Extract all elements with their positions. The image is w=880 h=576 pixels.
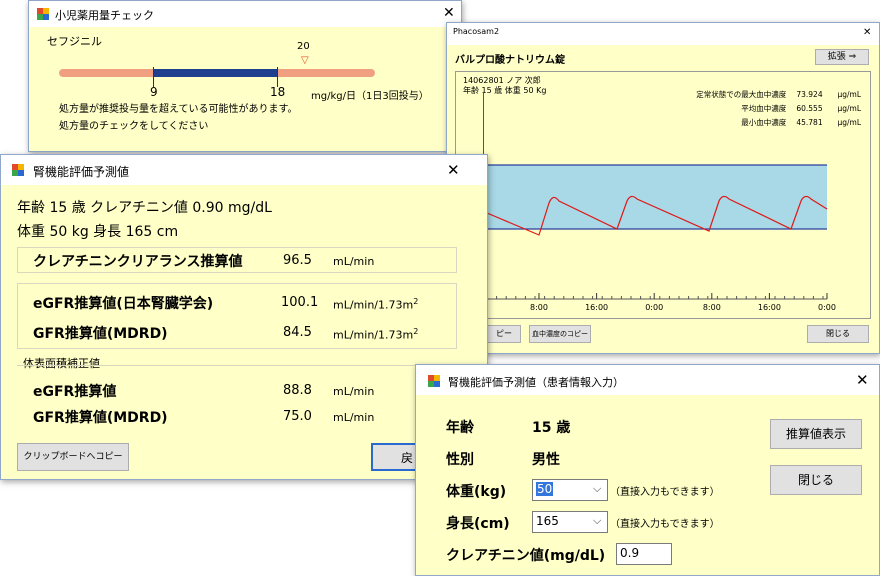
weight-label: 体重(kg) (446, 484, 507, 500)
creatinine-input[interactable]: 0.9 (616, 543, 672, 565)
input-titlebar[interactable]: 腎機能評価予測値（患者情報入力） ✕ (416, 365, 879, 395)
x-tick-label: 16:00 (585, 303, 608, 312)
egfr-unit-text: mL/min/1.73m (333, 298, 414, 312)
sex-value: 男性 (532, 452, 560, 468)
app-icon (428, 375, 440, 387)
bsa-egfr-unit: mL/min (333, 385, 375, 398)
recommended-range (153, 69, 277, 77)
creatinine-value: 0.9 (620, 546, 640, 560)
phacosam-window: Phacosam2 ✕ バルプロ酸ナトリウム錠 拡張 ⇒ 14062801 ノア… (446, 22, 880, 354)
stat-unit: μg/mL (837, 118, 861, 127)
expand-button[interactable]: 拡張 ⇒ (815, 49, 869, 65)
stat-value: 45.781 (796, 118, 823, 127)
height-note: （直接入力もできます） (610, 519, 720, 530)
age-value: 15 歳 (532, 420, 571, 436)
clipboard-copy-button[interactable]: クリップボードへコピー (17, 443, 129, 471)
patient-summary-2: 体重 50 kg 身長 165 cm (17, 224, 179, 240)
stat-value: 73.924 (796, 90, 823, 99)
patient-summary-1: 年齢 15 歳 クレアチニン値 0.90 mg/dL (17, 200, 272, 216)
close-icon[interactable]: ✕ (447, 163, 460, 178)
conc-copy-button[interactable]: 血中濃度のコピー (529, 325, 591, 343)
pediatric-title: 小児薬用量チェック (55, 9, 154, 22)
stat-label: 定常状態での最大血中濃度 (696, 90, 787, 99)
gfr-label: GFR推算値(MDRD) (33, 326, 168, 342)
tick-low-line (153, 67, 154, 87)
input-close-button[interactable]: 閉じる (770, 465, 862, 495)
ccr-value: 96.5 (283, 253, 312, 268)
weight-note: （直接入力もできます） (610, 487, 720, 498)
x-tick-label: 8:00 (703, 303, 721, 312)
estimate-button[interactable]: 推算値表示 (770, 419, 862, 449)
bsa-gfr-unit: mL/min (333, 411, 375, 424)
renal-titlebar[interactable]: 腎機能評価予測値 ✕ (1, 155, 487, 185)
patient-input-window: 腎機能評価予測値（患者情報入力） ✕ 年齢 15 歳 性別 男性 体重(kg) … (415, 364, 880, 576)
stat-label: 最小血中濃度 (741, 118, 787, 127)
ccr-label: クレアチニンクリアランス推算値 (33, 254, 243, 270)
stat-row-min: 最小血中濃度 45.781 μg/mL (597, 117, 861, 128)
stat-value: 60.555 (796, 104, 823, 113)
gfr-unit-text: mL/min/1.73m (333, 328, 414, 342)
phacosam-drug-name: バルプロ酸ナトリウム錠 (455, 55, 565, 66)
gfr-unit-sup: 2 (413, 327, 419, 336)
copy-button[interactable]: ピー (487, 325, 521, 343)
tick-low-label: 9 (150, 85, 158, 99)
creatinine-label: クレアチニン値(mg/dL) (446, 548, 606, 564)
patient-line-2: 年齢 15 歳 体重 50 Kg (463, 86, 547, 95)
dose-unit: mg/kg/日（1日3回投与） (311, 91, 429, 102)
ccr-unit: mL/min (333, 255, 375, 268)
weight-value: 50 (536, 482, 554, 496)
close-icon[interactable]: ✕ (856, 373, 869, 388)
close-icon[interactable]: ✕ (443, 6, 455, 20)
gfr-unit: mL/min/1.73m2 (333, 327, 418, 342)
egfr-label: eGFR推算値(日本腎臓学会) (33, 296, 214, 312)
chevron-down-icon: ⌵ (593, 514, 602, 527)
age-label: 年齢 (446, 420, 474, 436)
bsa-gfr-value: 75.0 (283, 409, 312, 424)
close-icon[interactable]: ✕ (863, 26, 871, 40)
stat-row-max: 定常状態での最大血中濃度 73.924 μg/mL (597, 89, 861, 100)
x-axis-labels: 8:00 16:00 0:00 8:00 16:00 0:00 (530, 303, 836, 312)
renal-title: 腎機能評価予測値 (33, 165, 130, 179)
stat-row-mean: 平均血中濃度 60.555 μg/mL (597, 103, 861, 114)
stat-unit: μg/mL (837, 104, 861, 113)
input-title: 腎機能評価予測値（患者情報入力） (448, 376, 624, 389)
tick-high-line (277, 67, 278, 87)
x-axis-ticks (486, 293, 828, 299)
app-icon (37, 8, 49, 20)
phacosam-close-button[interactable]: 閉じる (807, 325, 869, 343)
bsa-egfr-value: 88.8 (283, 383, 312, 398)
marker-triangle-icon: ▽ (301, 55, 309, 66)
bsa-gfr-label: GFR推算値(MDRD) (33, 410, 168, 426)
pediatric-titlebar[interactable]: 小児薬用量チェック ✕ (29, 1, 461, 27)
pediatric-dose-window: 小児薬用量チェック ✕ セフジニル 20 ▽ 9 18 mg/kg/日（1日3回… (28, 0, 462, 152)
x-tick-label: 8:00 (530, 303, 548, 312)
concentration-plot: 8:00 16:00 0:00 8:00 16:00 0:00 (447, 164, 836, 312)
phacosam-title: Phacosam2 (453, 27, 500, 36)
chevron-down-icon: ⌵ (593, 482, 602, 495)
warning-text-1: 処方量が推奨投与量を超えている可能性があります。 (59, 104, 298, 115)
sex-label: 性別 (446, 452, 474, 468)
x-tick-label: 0:00 (645, 303, 663, 312)
warning-text-2: 処方量のチェックをしてください (59, 121, 209, 132)
egfr-unit: mL/min/1.73m2 (333, 297, 418, 312)
height-select[interactable]: 165 ⌵ (532, 511, 608, 533)
marker-value: 20 (297, 41, 310, 52)
drug-name: セフジニル (47, 35, 102, 48)
tick-high-label: 18 (270, 85, 286, 99)
bsa-egfr-label: eGFR推算値 (33, 384, 117, 400)
egfr-value: 100.1 (281, 295, 319, 310)
x-tick-label: 0:00 (818, 303, 836, 312)
stat-label: 平均血中濃度 (741, 104, 787, 113)
egfr-unit-sup: 2 (413, 297, 419, 306)
phacosam-titlebar[interactable]: Phacosam2 ✕ (447, 23, 879, 45)
weight-select[interactable]: 50 ⌵ (532, 479, 608, 501)
height-label: 身長(cm) (446, 516, 510, 532)
height-value: 165 (536, 514, 559, 528)
app-icon (12, 164, 24, 176)
gfr-value: 84.5 (283, 325, 312, 340)
stat-unit: μg/mL (837, 90, 861, 99)
x-tick-label: 16:00 (758, 303, 781, 312)
